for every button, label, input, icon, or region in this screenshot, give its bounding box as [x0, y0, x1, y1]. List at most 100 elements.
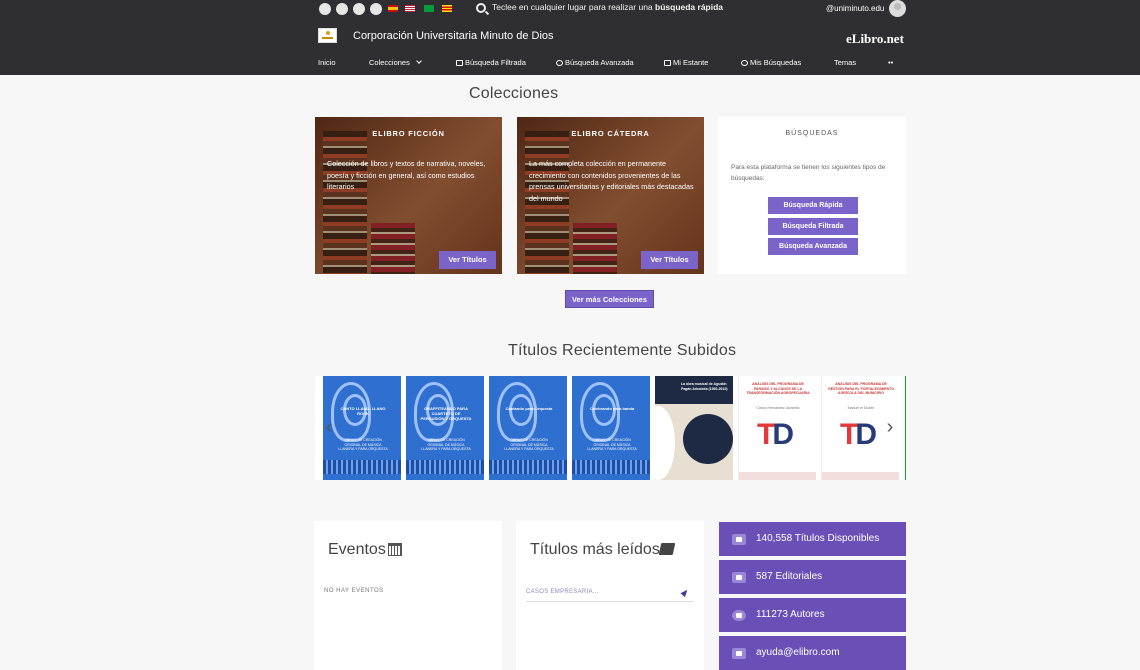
brand-logo[interactable]: eLibro.net — [846, 31, 904, 47]
stat-titulos[interactable]: 140,558 Títulos Disponibles — [719, 522, 906, 556]
bank-icon — [732, 572, 746, 583]
book-cover[interactable]: GRAFFITEANDO PARA CUARTETO DE PERCUSIÓN … — [406, 376, 484, 480]
busquedas-card: BÚSQUEDAS Para esta plataforma se tienen… — [718, 117, 906, 274]
cover-author: Manuel el Duarte — [847, 406, 875, 410]
cover-title: Celebrando para banda — [589, 406, 635, 411]
nav-colecciones[interactable]: Colecciones — [369, 58, 422, 67]
most-read-item[interactable]: CASOS EMPRESARIA... — [526, 589, 599, 595]
busquedas-description: Para esta plataforma se tienen los sigui… — [731, 164, 886, 182]
ca-flag-icon[interactable] — [442, 5, 452, 12]
sliders-icon — [456, 60, 463, 66]
colecciones-heading: Colecciones — [469, 85, 559, 102]
nav-mi-estante[interactable]: Mi Estante — [664, 58, 708, 67]
book-icon — [732, 534, 746, 545]
collection-title: ELIBRO FICCIÓN — [372, 129, 445, 138]
cover-edge — [905, 376, 906, 480]
td-logo: TD — [757, 418, 794, 451]
search-icon — [741, 60, 748, 66]
us-flag-icon[interactable] — [405, 5, 415, 12]
shelf-icon — [664, 60, 671, 66]
quick-search-hint: Teclee en cualquier lugar para realizar … — [492, 2, 724, 12]
utility-row: Teclee en cualquier lugar para realizar … — [0, 0, 1140, 18]
institution-name[interactable]: Corporación Universitaria Minuto de Dios — [353, 30, 554, 42]
carousel-prev-arrow[interactable]: ‹ — [322, 414, 336, 440]
stat-autores[interactable]: 111273 Autores — [719, 598, 906, 632]
book-cover[interactable]: ANÁLISIS DEL PROGRAMA DE PARAÍSO Y ALCAN… — [738, 376, 816, 480]
cover-pattern — [489, 460, 567, 474]
cover-title: La obra musical de Agustín Pagán Arboled… — [681, 382, 728, 391]
search-plus-icon — [556, 60, 563, 66]
chevron-down-icon — [416, 58, 422, 64]
collection-card-catedra[interactable]: ELIBRO CÁTEDRA La más completa colección… — [517, 117, 704, 274]
es-flag-icon[interactable] — [388, 5, 398, 12]
mas-leidos-title: Títulos más leídos — [530, 541, 660, 558]
cover-strip — [822, 472, 899, 480]
stat-email[interactable]: ayuda@elibro.com — [719, 636, 906, 670]
collection-description: La más completa colección en permanente … — [529, 159, 694, 203]
calendar-icon — [388, 543, 402, 556]
cover-title: ANÁLISIS DEL PROGRAMA DE PARAÍSO Y ALCAN… — [746, 382, 810, 395]
nav-more[interactable]: •• — [888, 58, 893, 67]
stat-text: 111273 Autores — [756, 609, 825, 620]
cover-circle — [683, 414, 733, 464]
nav-temas[interactable]: Temas — [834, 58, 856, 67]
nav-busqueda-avanzada[interactable]: Búsqueda Avanzada — [556, 58, 634, 67]
stat-text: 140,558 Títulos Disponibles — [756, 533, 880, 544]
recent-titles-carousel: CANTO LLANO, LLANO ROCK OBRAS DE CREACIÓ… — [315, 376, 906, 480]
link-icon[interactable] — [336, 3, 348, 15]
busqueda-filtrada-button[interactable]: Búsqueda Filtrada — [768, 218, 858, 235]
collection-title: ELIBRO CÁTEDRA — [571, 129, 650, 138]
cover-subtitle: OBRAS DE CREACIÓN ORIGINAL DE MÚSICA LLA… — [421, 438, 471, 451]
nav-mis-busquedas[interactable]: Mis Búsquedas — [741, 58, 801, 67]
eventos-title: Eventos — [328, 541, 386, 558]
cover-title: CANTO LLANO, LLANO ROCK — [340, 406, 386, 416]
cover-strip — [739, 472, 816, 480]
zoom-in-icon[interactable] — [370, 3, 382, 15]
location-arrow-icon[interactable] — [680, 587, 690, 598]
cover-author: Carlos Hernández Jaramillo — [756, 406, 800, 410]
divider — [526, 601, 694, 602]
cover-title: Cantando para Orquesta — [505, 406, 553, 411]
book-cover[interactable]: La obra musical de Agustín Pagán Arboled… — [655, 376, 733, 480]
td-logo: TD — [840, 418, 877, 451]
institution-logo[interactable] — [318, 28, 337, 43]
cover-curve — [655, 406, 675, 480]
globe-icon[interactable] — [319, 3, 331, 15]
busqueda-rapida-button[interactable]: Búsqueda Rápida — [768, 197, 858, 214]
cover-subtitle: OBRAS DE CREACIÓN ORIGINAL DE MÚSICA LLA… — [504, 438, 554, 451]
no-events-text: NO HAY EVENTOS — [324, 588, 384, 594]
cover-pattern — [572, 460, 650, 474]
book-cover[interactable]: Celebrando para banda OBRAS DE CREACIÓN … — [572, 376, 650, 480]
carousel-next-arrow[interactable]: › — [883, 414, 897, 440]
header-bar: Teclee en cualquier lugar para realizar … — [0, 0, 1140, 75]
mail-icon — [732, 648, 746, 659]
avatar[interactable] — [889, 0, 906, 17]
cover-subtitle: OBRAS DE CREACIÓN ORIGINAL DE MÚSICA LLA… — [587, 438, 637, 451]
zoom-out-icon[interactable] — [353, 3, 365, 15]
user-icon — [732, 610, 746, 621]
collection-description: Colección de libros y textos de narrativ… — [327, 159, 486, 191]
stat-text: ayuda@elibro.com — [756, 647, 840, 658]
nav-inicio[interactable]: Inicio — [318, 58, 336, 67]
busqueda-avanzada-button[interactable]: Búsqueda Avanzada — [768, 238, 858, 255]
recientes-heading: Títulos Recientemente Subidos — [508, 342, 737, 359]
cover-subtitle: OBRAS DE CREACIÓN ORIGINAL DE MÚSICA LLA… — [338, 438, 388, 451]
user-email[interactable]: @uniminuto.edu — [826, 4, 884, 13]
ver-titulos-button[interactable]: Ver Títulos — [641, 251, 698, 269]
stat-text: 587 Editoriales — [756, 571, 823, 582]
book-cover[interactable]: Cantando para Orquesta OBRAS DE CREACIÓN… — [489, 376, 567, 480]
cover-title: ANÁLISIS DEL PROGRAMA DE GESTIÓN PARA EL… — [828, 382, 894, 395]
busquedas-title: BÚSQUEDAS — [785, 130, 839, 137]
ver-mas-colecciones-button[interactable]: Ver más Colecciones — [565, 290, 654, 308]
nav-busqueda-filtrada[interactable]: Búsqueda Filtrada — [456, 58, 526, 67]
mas-leidos-card: Títulos más leídos CASOS EMPRESARIA... — [516, 521, 704, 670]
stat-editoriales[interactable]: 587 Editoriales — [719, 560, 906, 594]
br-flag-icon[interactable] — [424, 5, 434, 12]
search-icon[interactable] — [476, 3, 486, 13]
book-icon — [658, 543, 676, 555]
book-cover-partial[interactable] — [904, 376, 906, 480]
collection-card-ficcion[interactable]: ELIBRO FICCIÓN Colección de libros y tex… — [315, 117, 502, 274]
ver-titulos-button[interactable]: Ver Títulos — [439, 251, 496, 269]
cover-title: GRAFFITEANDO PARA CUARTETO DE PERCUSIÓN … — [420, 406, 472, 421]
cover-pattern — [323, 460, 401, 474]
